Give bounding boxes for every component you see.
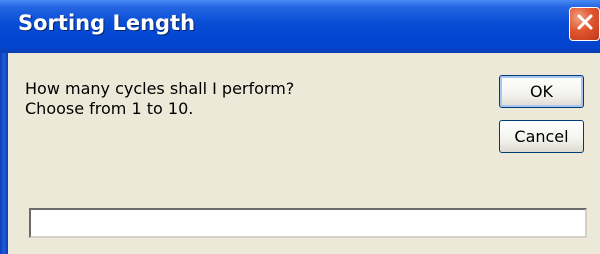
cycles-input[interactable] [29, 208, 587, 238]
close-icon [576, 13, 594, 36]
cancel-button[interactable]: Cancel [499, 120, 584, 153]
dialog-window: Sorting Length How many cycles shall I p… [0, 0, 600, 254]
title-bar[interactable]: Sorting Length [0, 0, 600, 53]
prompt-text: How many cycles shall I perform? Choose … [25, 79, 294, 119]
close-button[interactable] [569, 7, 600, 41]
window-frame-left [0, 53, 8, 254]
prompt-line-1: How many cycles shall I perform? [25, 79, 295, 98]
prompt-line-2: Choose from 1 to 10. [25, 99, 194, 118]
window-title: Sorting Length [18, 11, 196, 35]
ok-button[interactable]: OK [499, 75, 584, 108]
